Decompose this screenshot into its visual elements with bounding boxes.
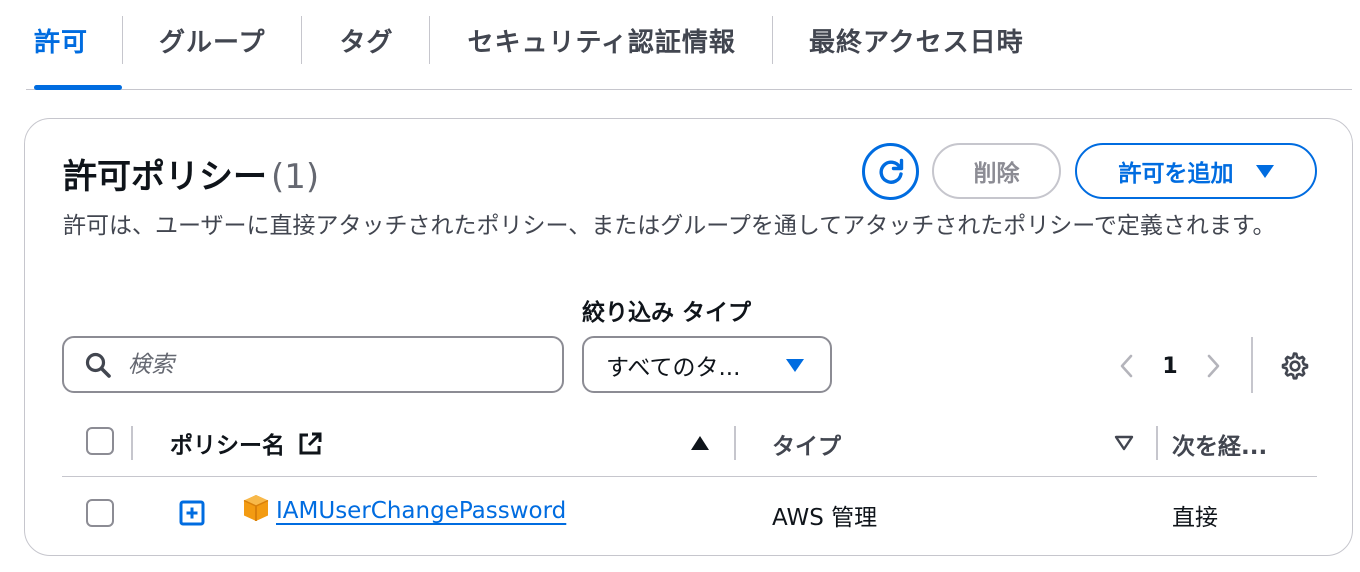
pagination-divider (1251, 337, 1253, 393)
tab-bar: 許可 グループ タグ セキュリティ認証情報 最終アクセス日時 (26, 0, 1352, 90)
attached-via-cell: 直接 (1172, 505, 1218, 531)
sort-unsorted-icon[interactable] (1114, 435, 1134, 451)
gear-icon (1281, 352, 1309, 380)
column-header-policy-name[interactable]: ポリシー名 (170, 426, 323, 460)
tab-last-accessed-label: 最終アクセス日時 (808, 27, 1024, 58)
tab-last-accessed[interactable]: 最終アクセス日時 (773, 0, 1024, 90)
delete-button-label: 削除 (973, 161, 1020, 187)
add-permissions-button[interactable]: 許可を追加 (1075, 143, 1317, 199)
tab-permissions-label: 許可 (34, 27, 89, 58)
refresh-icon (879, 158, 903, 184)
tab-groups-label: グループ (159, 27, 266, 58)
panel-title: 許可ポリシー (1) (63, 149, 319, 198)
type-filter-select[interactable]: すべてのタ... (582, 336, 832, 393)
tab-security-credentials[interactable]: セキュリティ認証情報 (430, 0, 771, 90)
search-icon (85, 352, 111, 378)
panel-description: 許可は、ユーザーに直接アタッチされたポリシー、またはグループを通してアタッチされ… (63, 213, 1276, 239)
type-filter-value: すべてのタ... (606, 354, 741, 381)
delete-button[interactable]: 削除 (932, 143, 1061, 199)
policy-type-cell: AWS 管理 (772, 505, 878, 531)
tab-groups[interactable]: グループ (123, 0, 301, 90)
table-preferences-button[interactable] (1275, 346, 1315, 386)
column-header-attached-via[interactable]: 次を経... (1172, 427, 1267, 461)
column-divider (1156, 426, 1158, 460)
previous-page-button[interactable] (1107, 346, 1147, 386)
permissions-policies-panel: 許可ポリシー (1) 削除 許可を追加 許可は、ユーザーに直接アタッチされたポリシ… (24, 118, 1353, 556)
refresh-button[interactable] (862, 143, 919, 200)
next-page-button[interactable] (1193, 346, 1233, 386)
caret-down-icon (786, 359, 804, 372)
aws-managed-policy-icon (243, 495, 269, 521)
add-permissions-label: 許可を追加 (1118, 161, 1234, 187)
table-row: IAMUserChangePassword AWS 管理 直接 (62, 477, 1317, 549)
caret-down-icon (1255, 164, 1274, 178)
external-link-icon (299, 432, 322, 455)
current-page-number[interactable]: 1 (1147, 354, 1193, 379)
column-header-type[interactable]: タイプ (772, 427, 841, 461)
row-checkbox[interactable] (86, 499, 114, 527)
tab-permissions[interactable]: 許可 (34, 0, 123, 90)
chevron-left-icon (1120, 354, 1133, 378)
select-all-checkbox[interactable] (86, 427, 114, 455)
pagination: 1 (1107, 346, 1233, 386)
policy-name-link[interactable]: IAMUserChangePassword (276, 498, 566, 524)
search-field[interactable] (62, 336, 564, 393)
column-header-policy-name-label: ポリシー名 (170, 433, 285, 459)
tab-tags[interactable]: タグ (302, 0, 429, 90)
tab-security-credentials-label: セキュリティ認証情報 (467, 27, 736, 58)
search-input[interactable] (128, 351, 548, 378)
table-header: ポリシー名 タイプ 次を経... (62, 409, 1317, 477)
filter-type-label: 絞り込み タイプ (582, 300, 752, 326)
column-divider (131, 426, 133, 460)
panel-title-text: 許可ポリシー (63, 157, 267, 197)
sort-ascending-icon[interactable] (690, 435, 710, 451)
expand-row-icon[interactable] (179, 500, 205, 526)
column-divider (734, 426, 736, 460)
policy-count: (1) (271, 157, 320, 197)
tab-tags-label: タグ (339, 27, 394, 58)
chevron-right-icon (1207, 354, 1220, 378)
